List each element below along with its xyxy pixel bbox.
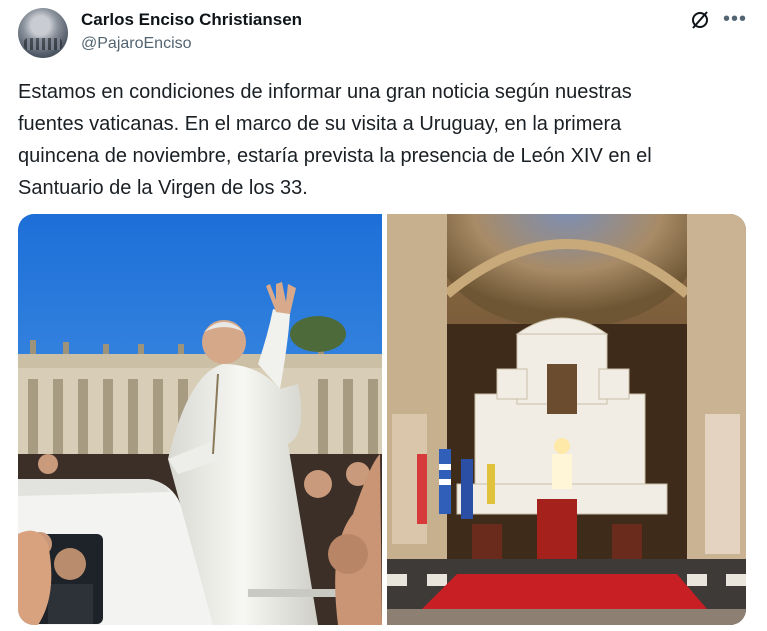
author-handle[interactable]: @PajaroEnciso <box>81 35 192 53</box>
tweet-header: Carlos Enciso Christiansen @PajaroEnciso… <box>18 8 748 58</box>
author-avatar[interactable] <box>18 8 68 58</box>
more-options-icon[interactable]: ••• <box>723 8 747 31</box>
author-display-name[interactable]: Carlos Enciso Christiansen <box>81 10 302 30</box>
photo-sanctuary-altar[interactable] <box>387 214 746 625</box>
tweet-text-line: Santuario de la Virgen de los 33. <box>18 177 308 199</box>
grok-icon[interactable] <box>690 10 710 30</box>
photo-pope-waving[interactable] <box>18 214 382 625</box>
tweet-text-line: Estamos en condiciones de informar una g… <box>18 81 632 103</box>
tweet-text: Estamos en condiciones de informar una g… <box>18 76 738 204</box>
tweet-text-line: quincena de noviembre, estaría prevista … <box>18 145 652 167</box>
tweet-media <box>18 214 746 625</box>
tweet-text-line: fuentes vaticanas. En el marco de su vis… <box>18 113 622 135</box>
